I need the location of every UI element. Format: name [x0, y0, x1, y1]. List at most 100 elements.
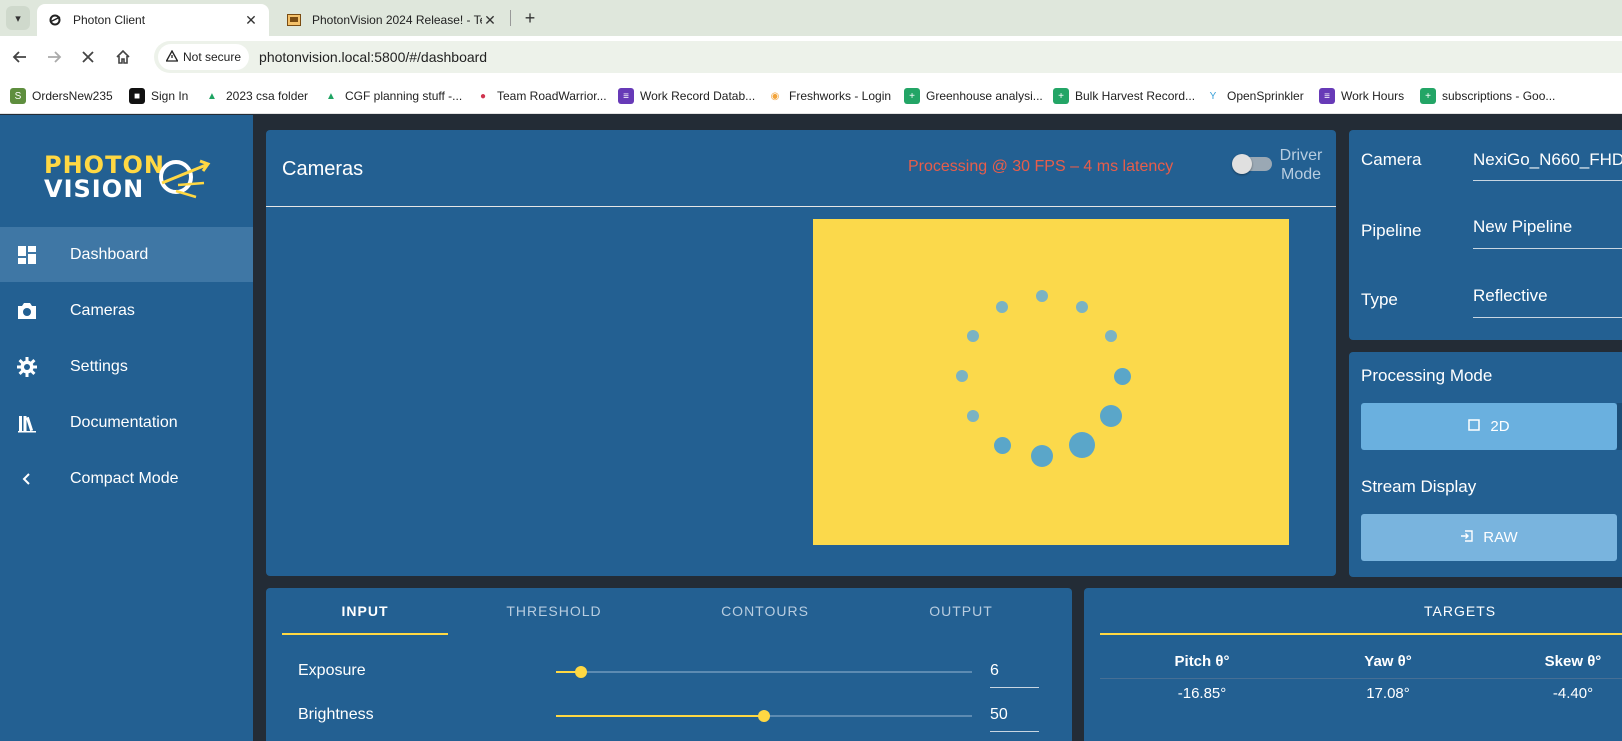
- type-select[interactable]: Reflective: [1473, 286, 1622, 306]
- pipeline-select[interactable]: New Pipeline: [1473, 217, 1622, 237]
- exposure-value-input[interactable]: 6: [990, 662, 999, 680]
- targets-panel: TARGETS Pitch θ° Yaw θ° Skew θ° -16.85° …: [1084, 588, 1622, 741]
- chevron-left-icon: [16, 468, 38, 490]
- stream-display-title: Stream Display: [1361, 477, 1477, 496]
- sidebar-item-label: Dashboard: [70, 245, 149, 263]
- bookmark-label: Work Hours: [1341, 89, 1405, 103]
- sidebar-item-settings[interactable]: Settings: [0, 339, 253, 394]
- processing-3d-button-edge[interactable]: [1617, 403, 1622, 450]
- tab-contours[interactable]: CONTOURS: [680, 603, 850, 619]
- spinner-dot: [1069, 432, 1095, 459]
- yaw-value: 17.08°: [1366, 685, 1410, 702]
- bookmark-item[interactable]: Y OpenSprinkler: [1205, 87, 1304, 105]
- spinner-dot: [966, 330, 979, 342]
- stream-raw-button[interactable]: RAW: [1361, 514, 1617, 561]
- bookmark-item[interactable]: + Greenhouse analysi...: [904, 87, 1043, 105]
- photon-favicon-icon: [47, 12, 63, 28]
- photonvision-logo: PHOTON VISION: [44, 151, 214, 203]
- tab-search-chevron-icon[interactable]: ▾: [6, 6, 30, 30]
- driver-mode-toggle-knob[interactable]: [1232, 154, 1252, 174]
- bookmark-item[interactable]: + Bulk Harvest Record...: [1053, 87, 1195, 105]
- camera-select[interactable]: NexiGo_N660_FHD_: [1473, 150, 1622, 170]
- bookmark-item[interactable]: S OrdersNew235: [10, 87, 113, 105]
- bookmark-label: OrdersNew235: [32, 89, 113, 103]
- bookmark-label: Work Record Datab...: [640, 89, 756, 103]
- bookmark-item[interactable]: ≡ Work Hours: [1319, 87, 1404, 105]
- browser-tab-photon-client[interactable]: Photon Client ✕: [37, 4, 269, 36]
- targets-tab-indicator: [1100, 633, 1622, 635]
- drive-icon: ▲: [326, 90, 336, 102]
- bookmark-item[interactable]: + subscriptions - Goo...: [1420, 87, 1555, 105]
- bookmark-item[interactable]: ▲ CGF planning stuff -...: [323, 87, 462, 105]
- bookmark-label: Sign In: [151, 89, 189, 103]
- bookmark-item[interactable]: ▲ 2023 csa folder: [204, 87, 308, 105]
- url-text[interactable]: photonvision.local:5800/#/dashboard: [259, 49, 487, 65]
- tab-separator: [510, 10, 511, 26]
- bookmark-item[interactable]: ● Team RoadWarrior...: [475, 87, 607, 105]
- brightness-value-input[interactable]: 50: [990, 706, 1008, 724]
- sidebar-item-cameras[interactable]: Cameras: [0, 283, 253, 338]
- bookmark-item[interactable]: ≡ Work Record Datab...: [618, 87, 755, 105]
- spinner-dot: [966, 410, 979, 422]
- sidebar-item-documentation[interactable]: Documentation: [0, 395, 253, 450]
- dashboard-icon: [16, 244, 38, 266]
- spinner-dot: [1036, 290, 1048, 302]
- skew-header: Skew θ°: [1544, 653, 1602, 670]
- sidebar-item-label: Cameras: [70, 301, 135, 319]
- new-tab-icon[interactable]: +: [518, 6, 542, 30]
- bookmark-item[interactable]: ◉ Freshworks - Login: [767, 87, 891, 105]
- driver-mode-label: Driver Mode: [1279, 147, 1323, 183]
- tab-input[interactable]: INPUT: [280, 603, 450, 619]
- brightness-label: Brightness: [298, 706, 374, 723]
- drive-icon: ▲: [207, 90, 217, 102]
- forward-arrow-icon[interactable]: [42, 45, 66, 69]
- spinner-dot: [996, 300, 1008, 313]
- security-label: Not secure: [183, 50, 242, 64]
- targets-header-divider: [1100, 678, 1622, 679]
- cameras-panel: Cameras Processing @ 30 FPS – 4 ms laten…: [266, 130, 1336, 576]
- processing-mode-title: Processing Mode: [1361, 366, 1493, 385]
- sheets-icon: +: [904, 88, 920, 104]
- bookmarks-bar: S OrdersNew235 ■ Sign In ▲ 2023 csa folder ▲ CG…: [0, 78, 1622, 114]
- targets-title: TARGETS: [1424, 603, 1497, 619]
- brightness-slider-thumb[interactable]: [758, 710, 770, 722]
- home-icon[interactable]: [111, 45, 135, 69]
- processing-2d-button[interactable]: 2D: [1361, 403, 1617, 450]
- pin-icon: ●: [479, 90, 487, 102]
- bookmark-label: subscriptions - Goo...: [1442, 89, 1556, 103]
- type-select-underline: [1473, 317, 1622, 318]
- square-icon: [1468, 419, 1481, 434]
- pitch-value: -16.85°: [1177, 685, 1227, 702]
- close-tab-icon[interactable]: ✕: [243, 12, 259, 29]
- close-tab-icon[interactable]: ✕: [482, 12, 498, 29]
- exposure-value-underline: [990, 687, 1039, 688]
- logo-mark-icon: [159, 159, 211, 199]
- exposure-slider-thumb[interactable]: [574, 666, 587, 678]
- spinner-dot: [956, 370, 968, 382]
- sidebar-item-compact-mode[interactable]: Compact Mode: [0, 451, 253, 506]
- stop-loading-icon[interactable]: [76, 45, 100, 69]
- brightness-slider-fill: [556, 715, 764, 717]
- books-icon: [16, 412, 38, 434]
- warning-triangle-icon: [165, 49, 179, 65]
- sidebar-item-dashboard[interactable]: Dashboard: [0, 227, 253, 282]
- sidebar-item-label: Compact Mode: [70, 469, 179, 487]
- mode-panel: Processing Mode 2D Stream Display RAW: [1349, 352, 1622, 577]
- camera-config-panel: Camera NexiGo_N660_FHD_ Pipeline New Pip…: [1349, 130, 1622, 340]
- pipeline-settings-panel: INPUT THRESHOLD CONTOURS OUTPUT Exposure…: [266, 588, 1072, 741]
- exposure-label: Exposure: [298, 662, 366, 679]
- browser-tab-release[interactable]: PhotonVision 2024 Release! - Te ✕: [276, 4, 508, 36]
- back-arrow-icon[interactable]: [8, 45, 32, 69]
- bookmark-label: OpenSprinkler: [1227, 89, 1304, 103]
- import-icon: [1460, 530, 1473, 545]
- skew-value: -4.40°: [1552, 685, 1594, 702]
- bookmark-item[interactable]: ■ Sign In: [129, 87, 188, 105]
- tab-threshold[interactable]: THRESHOLD: [469, 603, 639, 619]
- type-label: Type: [1361, 290, 1398, 309]
- address-bar[interactable]: Not secure photonvision.local:5800/#/das…: [154, 41, 1622, 73]
- tab-output[interactable]: OUTPUT: [876, 603, 1046, 619]
- exposure-slider-track[interactable]: [556, 671, 972, 673]
- browser-tab-bar: ▾ Photon Client ✕ PhotonVision 2024 Rele…: [0, 0, 1622, 36]
- bookmark-label: Greenhouse analysi...: [926, 89, 1043, 103]
- security-chip[interactable]: Not secure: [158, 44, 250, 70]
